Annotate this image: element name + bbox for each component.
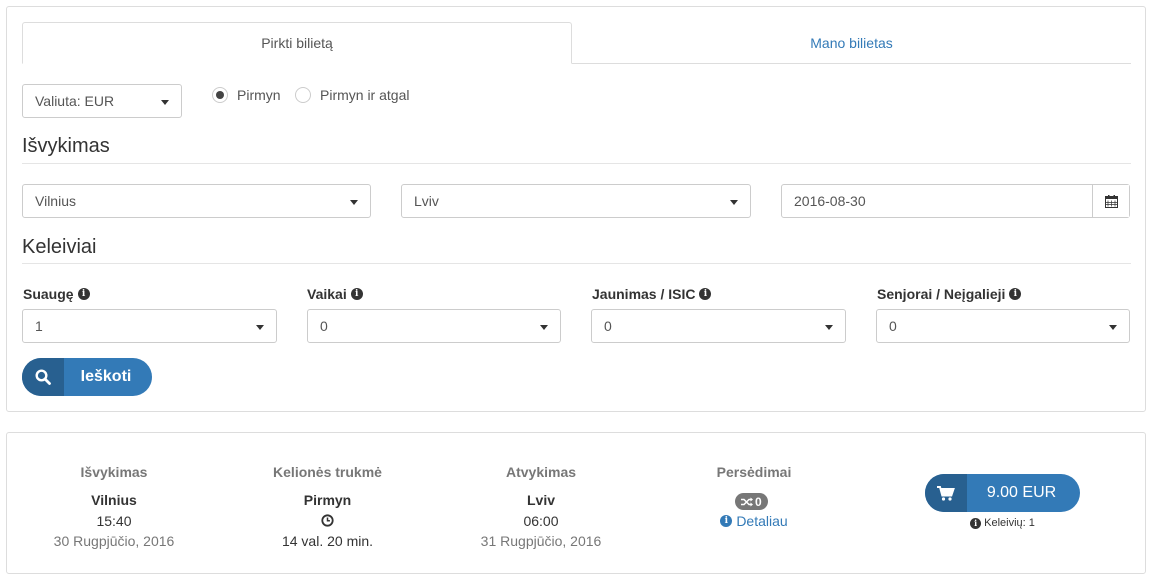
- search-button-label: Ieškoti: [80, 368, 132, 385]
- date-picker: 2016-08-30: [781, 184, 1130, 218]
- passengers-count-text: Keleivių: 1: [984, 517, 1035, 529]
- currency-select[interactable]: Valiuta: EUR: [22, 84, 182, 118]
- cart-icon: [937, 485, 955, 501]
- seniors-label: Senjorai / Neįgalieji i: [877, 286, 1022, 302]
- seniors-value: 0: [889, 318, 897, 334]
- kids-label: Vaikai i: [307, 286, 363, 302]
- from-city-select[interactable]: Vilnius: [22, 184, 371, 218]
- info-icon[interactable]: i: [77, 288, 90, 300]
- info-icon: i: [720, 515, 733, 527]
- radio-checked-icon: [212, 87, 228, 103]
- shuffle-icon: [741, 497, 753, 506]
- date-input[interactable]: 2016-08-30: [782, 185, 1092, 217]
- kids-value: 0: [320, 318, 328, 334]
- divider: [22, 163, 1131, 164]
- caret-down-icon: [350, 200, 358, 205]
- tab-my-ticket[interactable]: Mano bilietas: [572, 22, 1131, 64]
- adults-select[interactable]: 1: [22, 309, 277, 343]
- departure-city: Vilnius: [91, 492, 137, 508]
- radio-unchecked-icon: [295, 87, 311, 103]
- youth-value: 0: [604, 318, 612, 334]
- info-icon[interactable]: i: [350, 288, 363, 300]
- radio-one-way-label: Pirmyn: [237, 87, 281, 103]
- cart-icon-wrap: [925, 474, 967, 512]
- search-panel: Pirkti bilietą Mano bilietas Valiuta: EU…: [6, 6, 1146, 412]
- adults-label-text: Suaugę: [23, 286, 74, 302]
- passengers-count: i Keleivių: 1: [925, 517, 1080, 529]
- duration-direction: Pirmyn: [303, 492, 352, 508]
- buy-price-button[interactable]: 9.00 EUR: [925, 474, 1080, 512]
- tab-buy-ticket[interactable]: Pirkti bilietą: [22, 22, 572, 64]
- arrival-time: 06:00: [523, 513, 559, 529]
- kids-select[interactable]: 0: [307, 309, 561, 343]
- caret-down-icon: [161, 100, 169, 105]
- caret-down-icon: [256, 325, 264, 330]
- transfers-header: Persėdimai: [716, 464, 792, 480]
- arrival-header: Atvykimas: [505, 464, 577, 480]
- seniors-label-text: Senjorai / Neįgalieji: [877, 286, 1006, 302]
- divider: [22, 263, 1131, 264]
- caret-down-icon: [825, 325, 833, 330]
- duration-header: Kelionės trukmė: [273, 464, 382, 480]
- radio-round-trip-label: Pirmyn ir atgal: [320, 87, 410, 103]
- arrival-date: 31 Rugpjūčio, 2016: [480, 533, 602, 549]
- to-city-select[interactable]: Lviv: [401, 184, 751, 218]
- departure-date: 30 Rugpjūčio, 2016: [53, 533, 175, 549]
- arrival-city: Lviv: [526, 492, 555, 508]
- duration-value: 14 val. 20 min.: [281, 533, 374, 549]
- caret-down-icon: [540, 325, 548, 330]
- search-button[interactable]: Ieškoti: [22, 358, 152, 396]
- from-city-value: Vilnius: [35, 193, 76, 209]
- info-icon[interactable]: i: [699, 288, 712, 300]
- departure-header: Išvykimas: [80, 464, 148, 480]
- youth-label-text: Jaunimas / ISIC: [592, 286, 696, 302]
- details-link[interactable]: i Detaliau: [692, 513, 816, 529]
- departure-time: 15:40: [96, 513, 132, 529]
- kids-label-text: Vaikai: [307, 286, 347, 302]
- caret-down-icon: [730, 200, 738, 205]
- info-icon[interactable]: i: [1009, 288, 1022, 300]
- info-icon: i: [970, 517, 982, 529]
- seniors-select[interactable]: 0: [876, 309, 1130, 343]
- caret-down-icon: [1109, 325, 1117, 330]
- adults-label: Suaugę i: [23, 286, 90, 302]
- radio-one-way[interactable]: Pirmyn: [212, 87, 281, 103]
- adults-value: 1: [35, 318, 43, 334]
- transfers-count: 0: [755, 494, 762, 509]
- search-icon-wrap: [22, 358, 64, 396]
- passengers-section-title: Keleiviai: [22, 236, 97, 258]
- currency-value: Valiuta: EUR: [35, 93, 115, 109]
- calendar-button[interactable]: [1092, 185, 1129, 217]
- search-icon: [35, 369, 51, 385]
- to-city-value: Lviv: [414, 193, 439, 209]
- departure-section-title: Išvykimas: [22, 135, 110, 157]
- clock-icon: [321, 514, 334, 527]
- youth-select[interactable]: 0: [591, 309, 846, 343]
- radio-round-trip[interactable]: Pirmyn ir atgal: [295, 87, 409, 103]
- calendar-icon: [1104, 194, 1118, 208]
- youth-label: Jaunimas / ISIC i: [592, 286, 712, 302]
- details-label: Detaliau: [736, 513, 788, 529]
- result-panel: Išvykimas Vilnius 15:40 30 Rugpjūčio, 20…: [6, 432, 1146, 574]
- price-label: 9.00 EUR: [986, 484, 1057, 501]
- transfers-badge: 0: [735, 493, 768, 510]
